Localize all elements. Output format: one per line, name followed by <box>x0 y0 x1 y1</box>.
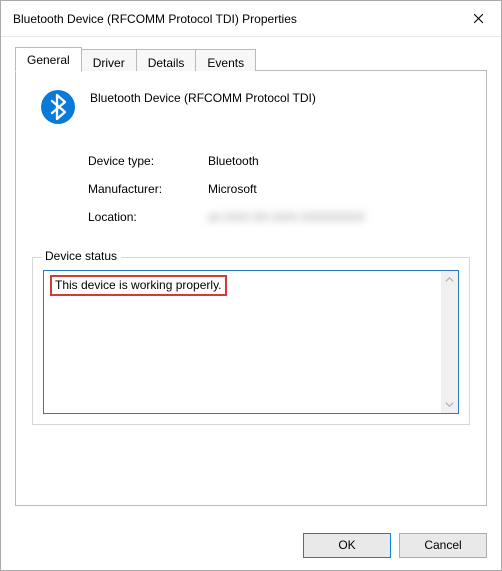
device-status-text: This device is working properly. <box>50 275 227 296</box>
titlebar: Bluetooth Device (RFCOMM Protocol TDI) P… <box>1 1 501 37</box>
tab-strip: General Driver Details Events <box>15 47 487 71</box>
ok-button[interactable]: OK <box>303 533 391 558</box>
manufacturer-label: Manufacturer: <box>88 182 208 196</box>
device-info: Device type: Bluetooth Manufacturer: Mic… <box>88 147 470 231</box>
close-button[interactable] <box>455 1 501 36</box>
device-status-box: This device is working properly. <box>43 270 459 414</box>
tab-general[interactable]: General <box>15 47 82 72</box>
device-type-value: Bluetooth <box>208 154 259 168</box>
location-value: on XXX-XX-XXX-XXXXXXXX <box>208 210 365 224</box>
manufacturer-value: Microsoft <box>208 182 257 196</box>
device-status-group: Device status This device is working pro… <box>32 257 470 425</box>
device-status-legend: Device status <box>41 249 121 263</box>
device-name: Bluetooth Device (RFCOMM Protocol TDI) <box>90 89 316 105</box>
device-type-label: Device type: <box>88 154 208 168</box>
scroll-up-icon <box>445 275 454 284</box>
cancel-button[interactable]: Cancel <box>399 533 487 558</box>
dialog-body: General Driver Details Events Bluetooth … <box>1 37 501 520</box>
scroll-down-icon <box>445 400 454 409</box>
properties-dialog: Bluetooth Device (RFCOMM Protocol TDI) P… <box>0 0 502 571</box>
tab-content-general: Bluetooth Device (RFCOMM Protocol TDI) D… <box>15 70 487 506</box>
close-icon <box>473 13 484 24</box>
tab-details[interactable]: Details <box>136 49 197 71</box>
device-header: Bluetooth Device (RFCOMM Protocol TDI) <box>40 89 470 125</box>
location-label: Location: <box>88 210 208 224</box>
bluetooth-icon <box>40 89 76 125</box>
status-scrollbar[interactable] <box>441 271 458 413</box>
tab-events[interactable]: Events <box>195 49 256 71</box>
dialog-footer: OK Cancel <box>1 520 501 570</box>
window-title: Bluetooth Device (RFCOMM Protocol TDI) P… <box>13 12 455 26</box>
tab-driver[interactable]: Driver <box>81 49 137 71</box>
